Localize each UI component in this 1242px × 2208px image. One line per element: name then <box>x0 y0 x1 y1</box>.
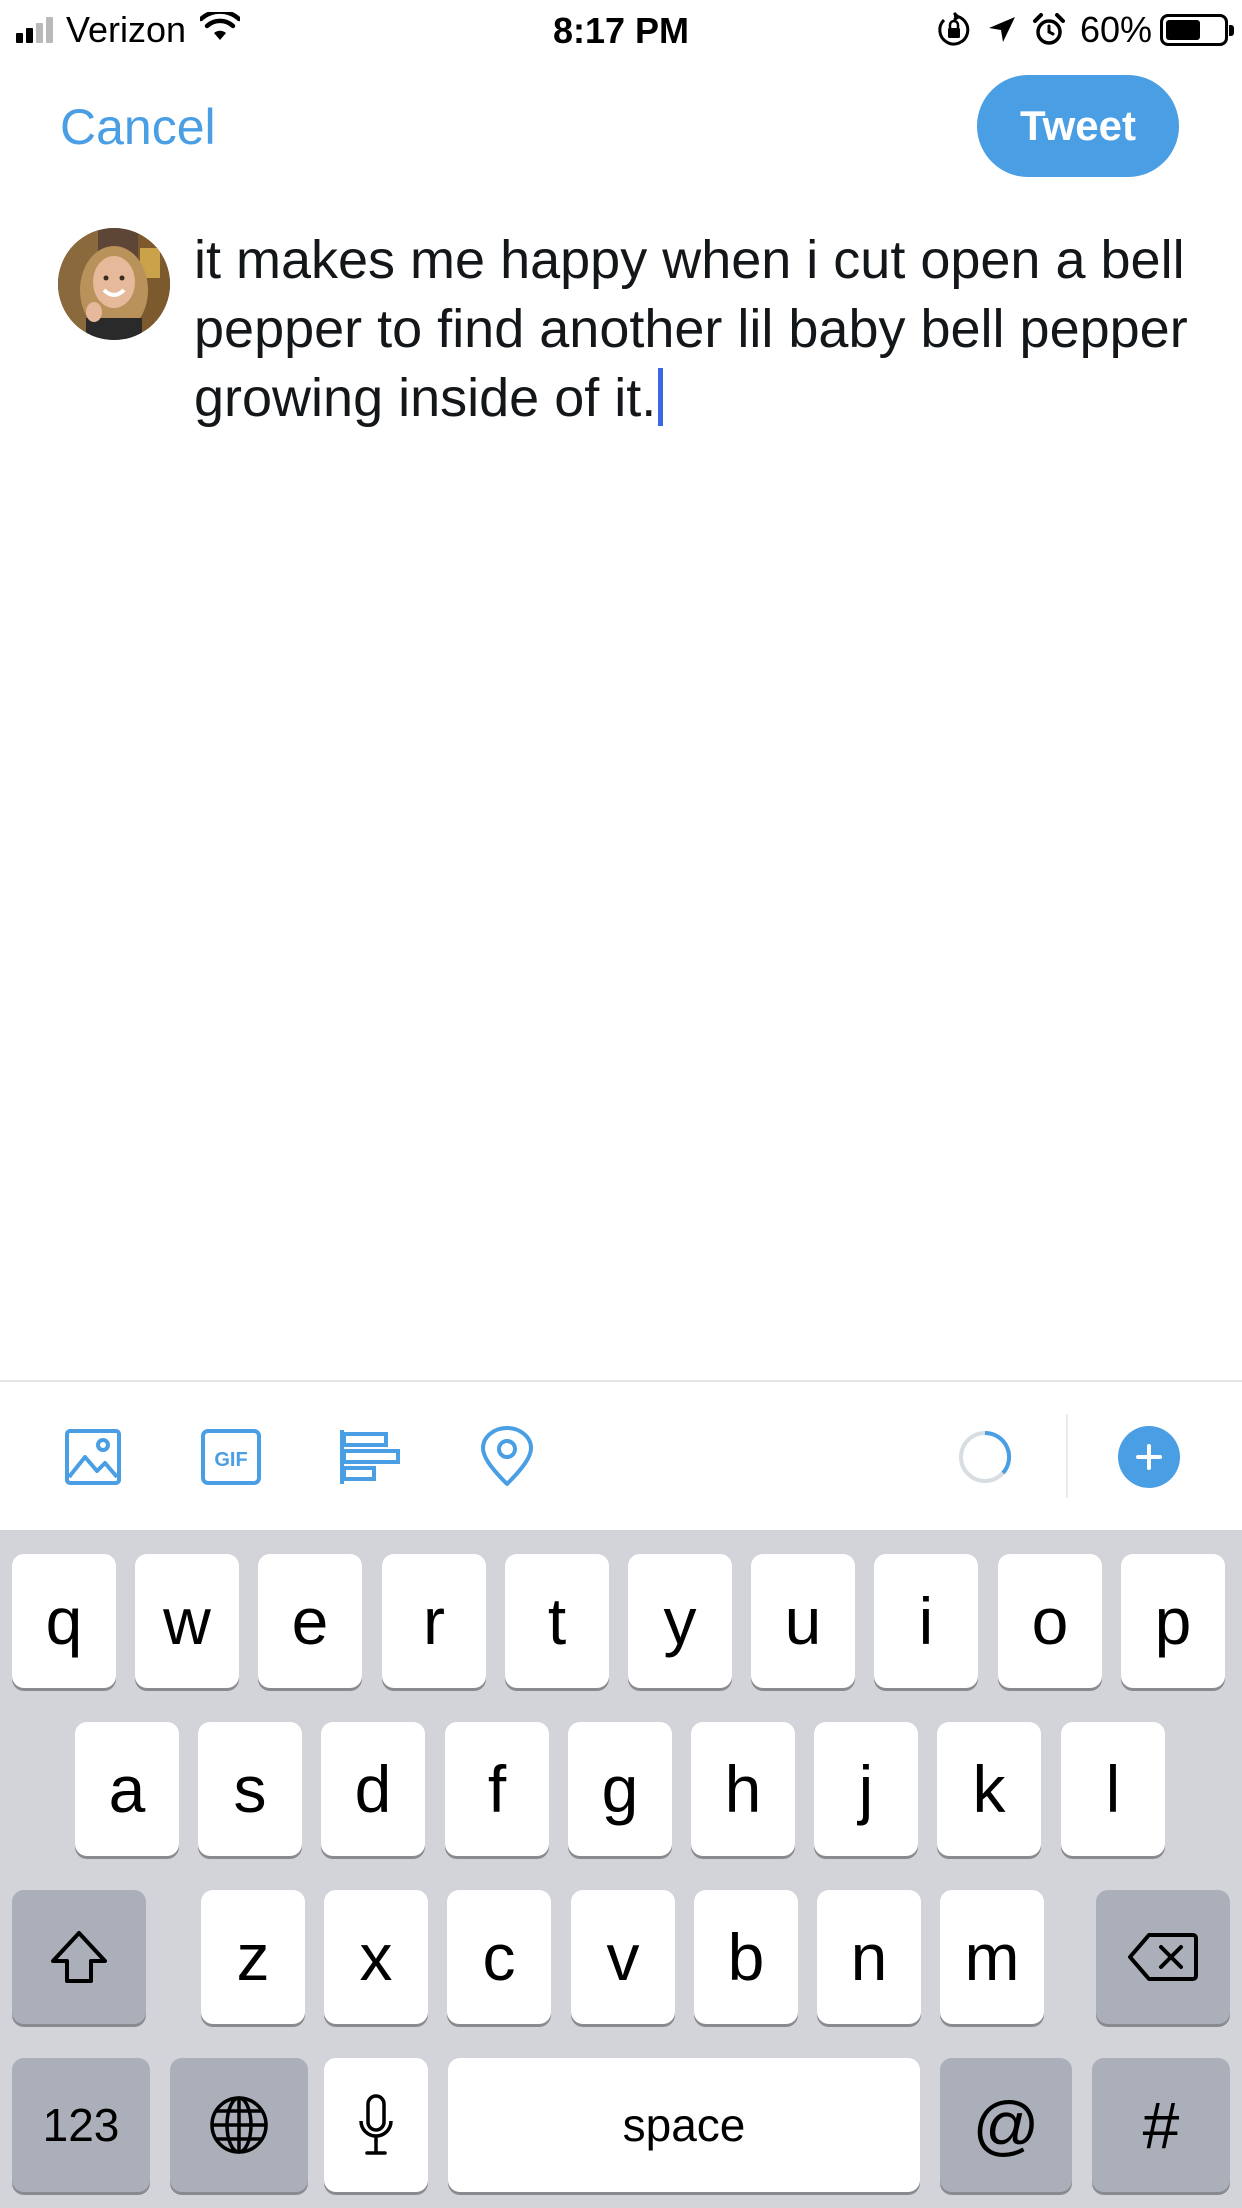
shift-key[interactable] <box>12 1890 146 2024</box>
image-icon[interactable] <box>60 1424 126 1490</box>
location-icon[interactable] <box>474 1424 540 1490</box>
key-w[interactable]: w <box>135 1554 239 1688</box>
key-a[interactable]: a <box>75 1722 179 1856</box>
key-y[interactable]: y <box>628 1554 732 1688</box>
key-r[interactable]: r <box>382 1554 486 1688</box>
compose-toolbar: GIF <box>0 1380 1242 1530</box>
key-v[interactable]: v <box>571 1890 675 2024</box>
poll-icon[interactable] <box>336 1424 402 1490</box>
text-cursor <box>658 368 664 426</box>
key-q[interactable]: q <box>12 1554 116 1688</box>
key-c[interactable]: c <box>447 1890 551 2024</box>
orientation-lock-icon <box>936 12 972 48</box>
key-u[interactable]: u <box>751 1554 855 1688</box>
delete-key[interactable] <box>1096 1890 1230 2024</box>
status-bar: Verizon 8:17 PM 60% <box>0 0 1242 60</box>
avatar[interactable] <box>58 228 170 340</box>
hash-key[interactable]: # <box>1092 2058 1230 2192</box>
microphone-icon <box>359 2094 393 2155</box>
globe-key[interactable] <box>170 2058 308 2192</box>
key-z[interactable]: z <box>201 1890 305 2024</box>
keyboard: 123 space @ # qwertyuiop asdfghjkl zxcvbnm <box>0 1530 1242 2208</box>
key-f[interactable]: f <box>445 1722 549 1856</box>
gif-label: GIF <box>214 1449 247 1471</box>
at-key[interactable]: @ <box>940 2058 1072 2192</box>
key-o[interactable]: o <box>998 1554 1102 1688</box>
tweet-compose-field[interactable]: it makes me happy when i cut open a bell… <box>194 226 1204 433</box>
key-n[interactable]: n <box>817 1890 921 2024</box>
globe-icon <box>210 2096 268 2154</box>
shift-icon <box>51 1931 107 1983</box>
character-count-ring-icon <box>952 1424 1018 1490</box>
key-s[interactable]: s <box>198 1722 302 1856</box>
key-e[interactable]: e <box>258 1554 362 1688</box>
battery-fill <box>1166 20 1200 40</box>
key-t[interactable]: t <box>505 1554 609 1688</box>
key-d[interactable]: d <box>321 1722 425 1856</box>
dictation-key[interactable] <box>324 2058 428 2192</box>
tweet-text: it makes me happy when i cut open a bell… <box>194 230 1188 428</box>
add-thread-icon <box>1136 1444 1162 1470</box>
gif-icon[interactable]: GIF <box>198 1424 264 1490</box>
tweet-button[interactable]: Tweet <box>977 75 1179 177</box>
battery-icon <box>1160 14 1234 46</box>
numbers-key[interactable]: 123 <box>12 2058 150 2192</box>
add-thread-button[interactable] <box>1118 1426 1180 1488</box>
key-k[interactable]: k <box>937 1722 1041 1856</box>
key-i[interactable]: i <box>874 1554 978 1688</box>
backspace-icon <box>1128 1933 1198 1981</box>
status-right: 60% <box>922 9 1234 50</box>
key-h[interactable]: h <box>691 1722 795 1856</box>
key-m[interactable]: m <box>940 1890 1044 2024</box>
cancel-button[interactable]: Cancel <box>60 98 216 156</box>
key-l[interactable]: l <box>1061 1722 1165 1856</box>
key-b[interactable]: b <box>694 1890 798 2024</box>
toolbar-divider <box>1066 1414 1068 1498</box>
space-key[interactable]: space <box>448 2058 920 2192</box>
alarm-icon <box>1032 13 1066 47</box>
location-arrow-icon <box>986 14 1018 46</box>
battery-percentage: 60% <box>1079 9 1152 50</box>
key-p[interactable]: p <box>1121 1554 1225 1688</box>
key-g[interactable]: g <box>568 1722 672 1856</box>
key-x[interactable]: x <box>324 1890 428 2024</box>
key-j[interactable]: j <box>814 1722 918 1856</box>
